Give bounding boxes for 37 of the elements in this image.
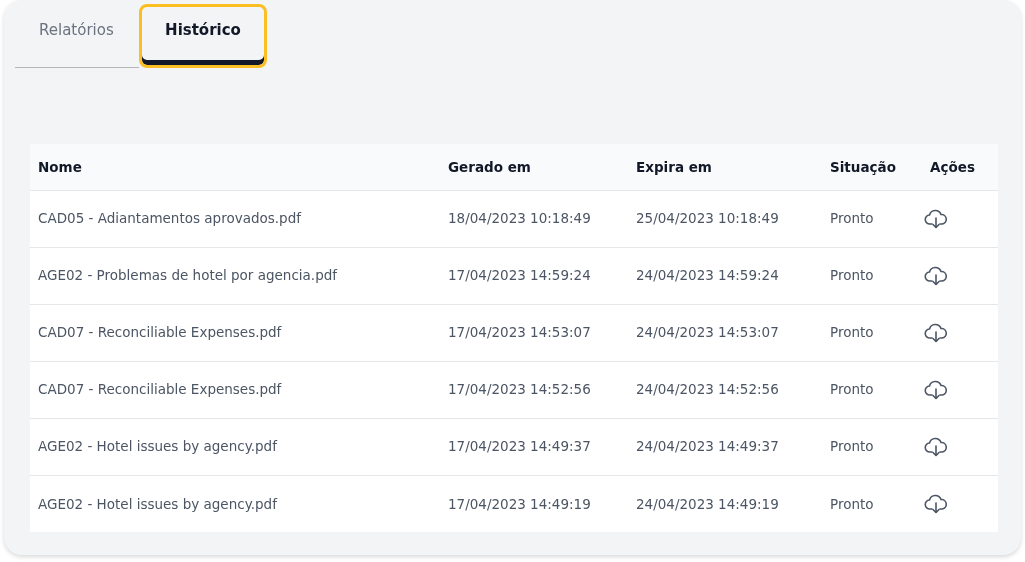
table-cell: 17/04/2023 14:49:37	[440, 418, 628, 475]
table-cell: AGE02 - Problemas de hotel por agencia.pdf	[30, 247, 440, 304]
table-cell: Pronto	[822, 304, 922, 361]
table-cell: AGE02 - Hotel issues by agency.pdf	[30, 475, 440, 532]
cloud-download-icon	[924, 436, 948, 457]
column-header: Expira em	[628, 144, 822, 190]
cloud-download-icon	[924, 379, 948, 400]
column-header: Ações	[922, 144, 998, 190]
table-cell: 24/04/2023 14:49:19	[628, 475, 822, 532]
table-cell: 24/04/2023 14:59:24	[628, 247, 822, 304]
table-cell: 17/04/2023 14:59:24	[440, 247, 628, 304]
table-cell: 25/04/2023 10:18:49	[628, 190, 822, 247]
table-cell: 18/04/2023 10:18:49	[440, 190, 628, 247]
tab[interactable]: Relatórios	[15, 6, 139, 68]
table-cell: CAD07 - Reconciliable Expenses.pdf	[30, 361, 440, 418]
cloud-download-icon	[924, 322, 948, 343]
table-cell: 17/04/2023 14:49:19	[440, 475, 628, 532]
table-cell: AGE02 - Hotel issues by agency.pdf	[30, 418, 440, 475]
table-cell: Pronto	[822, 361, 922, 418]
table-cell: 24/04/2023 14:52:56	[628, 361, 822, 418]
cloud-download-icon	[924, 208, 948, 229]
table-cell: 17/04/2023 14:53:07	[440, 304, 628, 361]
column-header: Nome	[30, 144, 440, 190]
cloud-download-icon	[924, 265, 948, 286]
table-cell: 24/04/2023 14:49:37	[628, 418, 822, 475]
table-cell: CAD07 - Reconciliable Expenses.pdf	[30, 304, 440, 361]
table-cell: Pronto	[822, 247, 922, 304]
tab[interactable]: Histórico	[139, 4, 267, 68]
cloud-download-icon	[924, 493, 948, 514]
table-cell: Pronto	[822, 475, 922, 532]
column-header: Gerado em	[440, 144, 628, 190]
table-cell: Pronto	[822, 190, 922, 247]
table-cell: CAD05 - Adiantamentos aprovados.pdf	[30, 190, 440, 247]
table-cell: 24/04/2023 14:53:07	[628, 304, 822, 361]
table-cell: 17/04/2023 14:52:56	[440, 361, 628, 418]
table-cell: Pronto	[822, 418, 922, 475]
column-header: Situação	[822, 144, 922, 190]
